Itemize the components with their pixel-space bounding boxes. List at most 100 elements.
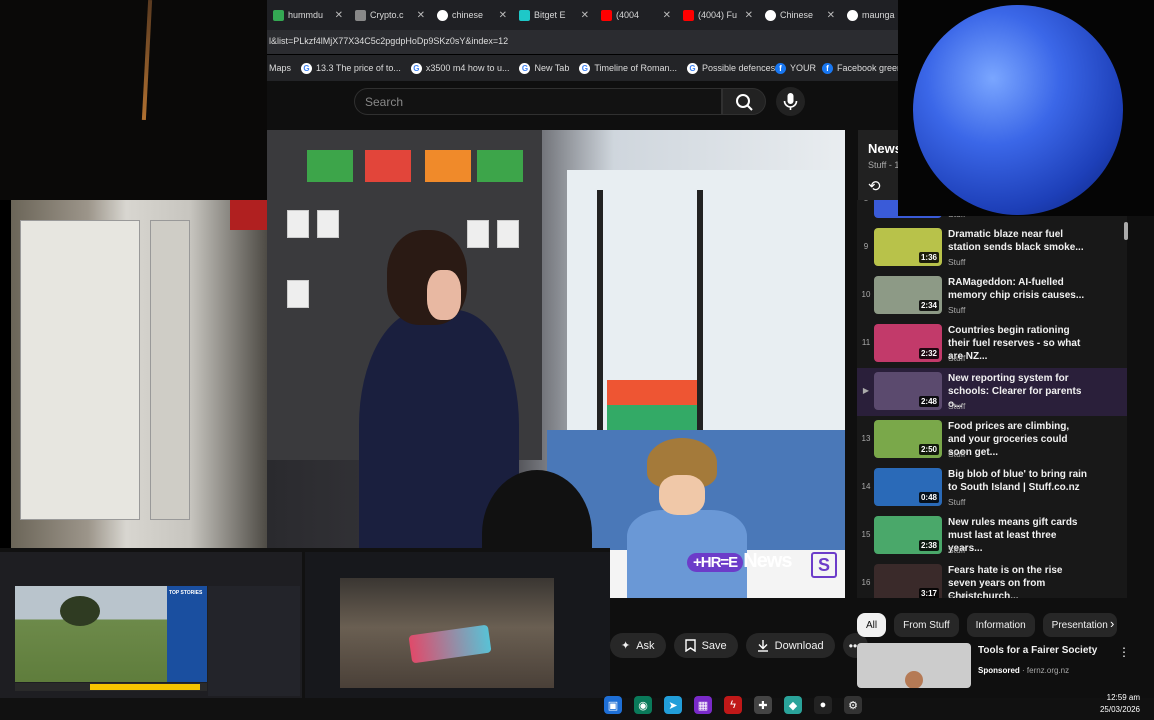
bookmark-item[interactable]: G New Tab <box>519 62 569 74</box>
browser-tab[interactable]: Crypto.c ✕ <box>349 2 431 28</box>
close-icon[interactable]: ✕ <box>417 10 425 21</box>
download-button[interactable]: Download <box>745 633 835 658</box>
browser-tab[interactable]: hummdu ✕ <box>267 2 349 28</box>
playlist-item[interactable]: 15 2:38 New rules means gift cards must la… <box>857 512 1127 560</box>
playlist-item-thumbnail[interactable]: 2:50 <box>874 420 942 458</box>
address-bar[interactable]: l&list=PLkzf4lMjX77X34C5c2pgdpHoDp9SKz0s… <box>267 30 898 54</box>
close-icon[interactable]: ✕ <box>663 10 671 21</box>
clock-time[interactable]: 12:59 am <box>1096 693 1140 702</box>
bookmark-item[interactable]: Gx3500 m4 how to u... <box>410 62 510 74</box>
ad-title[interactable]: Tools for a Fairer Society <box>978 645 1097 656</box>
tab-label: maunga <box>862 10 895 20</box>
playlist-title[interactable]: News <box>868 141 902 156</box>
more-vert-icon[interactable]: ⋮ <box>1118 645 1130 659</box>
cabinet-door <box>20 220 140 520</box>
playlist-item[interactable]: 13 2:50 Food prices are climbing, and your… <box>857 416 1127 464</box>
ask-button[interactable]: ✦ Ask <box>610 633 666 658</box>
filter-chip[interactable]: Information <box>966 613 1035 637</box>
playlist-item-channel: Stuff <box>948 305 966 315</box>
bookmark-facebook-green[interactable]: f Facebook green <box>822 62 899 74</box>
close-icon[interactable]: ✕ <box>745 10 753 21</box>
bookmark-label: x3500 m4 how to u... <box>425 63 510 73</box>
playlist-item-channel: Stuff <box>948 449 966 459</box>
top-stories-label: TOP STORIES <box>169 590 203 596</box>
playlist-item-title: New rules means gift cards must last at … <box>948 517 1078 554</box>
app-icon-teal[interactable]: ◆ <box>784 696 802 714</box>
playlist-item[interactable]: 10 2:34 RAMageddon: AI-fuelled memory chip… <box>857 272 1127 320</box>
close-icon[interactable]: ✕ <box>335 10 343 21</box>
playlist-item-index: 8 <box>859 200 873 203</box>
browser-tab[interactable]: (4004) Fu ✕ <box>677 2 759 28</box>
playlist-scrollbar[interactable] <box>1124 222 1128 240</box>
browser-tab[interactable]: Chinese ✕ <box>759 2 841 28</box>
bookmark-item[interactable]: G 13.3 The price of to... <box>301 62 401 74</box>
tab-label: (4004 <box>616 10 640 20</box>
browser-tab[interactable]: maunga✕ <box>841 2 898 28</box>
window-frame <box>597 190 603 470</box>
playlist-item-duration: 0:48 <box>918 492 939 503</box>
playlist-item-thumbnail[interactable]: 2:38 <box>874 516 942 554</box>
playlist-item[interactable]: 11 2:32 Countries begin rationing their fu… <box>857 320 1127 368</box>
app-icon-dark[interactable]: ● <box>814 696 832 714</box>
playlist-item[interactable]: 16 3:17 Fears hate is on the rise seven ye… <box>857 560 1127 598</box>
gamepad-icon[interactable]: ✚ <box>754 696 772 714</box>
clock-date[interactable]: 25/03/2026 <box>1096 705 1140 714</box>
browser-tab[interactable]: Bitget E ✕ <box>513 2 595 28</box>
video-player[interactable]: +HR=E News S <box>267 130 845 598</box>
bookmark-icon: G <box>687 62 699 74</box>
playlist-item-channel: Stuff <box>948 401 966 411</box>
tab-label: Bitget E <box>534 10 566 20</box>
playlist-item[interactable]: ▶ 2:48 New reporting system for schools: C… <box>857 368 1127 416</box>
playlist-item-thumbnail[interactable]: 0:48 <box>874 468 942 506</box>
close-icon[interactable]: ✕ <box>581 10 589 21</box>
playlist-item-thumbnail[interactable]: 2:32 <box>874 324 942 362</box>
browser-tab[interactable]: chinese ✕ <box>431 2 513 28</box>
ad-meta: Sponsored · fernz.org.nz <box>978 666 1070 675</box>
bookmark-item[interactable]: G Possible defences t... <box>687 62 788 74</box>
planet-image <box>913 5 1123 215</box>
cabinet-door <box>150 220 190 520</box>
filter-chip[interactable]: Presentation <box>1042 613 1117 637</box>
bookmark-label: 13.3 The price of to... <box>316 63 401 73</box>
browser-tab[interactable]: (4004 ✕ <box>595 2 677 28</box>
playlist-items: 8 Stuff 9 1:36 Dramatic blaze near fuel stat… <box>857 200 1127 598</box>
cabinet-red-object <box>230 200 267 230</box>
voice-search-button[interactable] <box>776 87 805 116</box>
bookmark-item[interactable]: Maps <box>269 63 291 73</box>
app-icon-green[interactable]: ◉ <box>634 696 652 714</box>
taskbar <box>0 698 1154 720</box>
playlist-item-duration: 2:38 <box>918 540 939 551</box>
loop-icon[interactable]: ⟲ <box>868 177 881 195</box>
save-button[interactable]: Save <box>673 633 738 658</box>
playlist-item-thumbnail[interactable]: 2:34 <box>874 276 942 314</box>
playlist-item-title: Food prices are climbing, and your groce… <box>948 421 1070 458</box>
bookmark-item[interactable]: G Timeline of Roman... <box>579 62 677 74</box>
news-video-tree <box>60 596 100 626</box>
playlist-item-title: Dramatic blaze near fuel station sends b… <box>948 229 1084 253</box>
playlist-item-duration: 2:32 <box>918 348 939 359</box>
playlist-item-title: New reporting system for schools: Cleare… <box>948 373 1082 410</box>
filter-chip[interactable]: From Stuff <box>894 613 959 637</box>
chevron-right-icon[interactable]: › <box>1110 616 1114 631</box>
playlist-item-thumbnail[interactable]: 3:17 <box>874 564 942 598</box>
playlist-item-thumbnail[interactable]: 2:48 <box>874 372 942 410</box>
download-icon <box>757 640 768 652</box>
settings-icon[interactable]: ⚙ <box>844 696 862 714</box>
app-icon-purple[interactable]: ▦ <box>694 696 712 714</box>
filter-chip[interactable]: All <box>857 613 887 637</box>
playlist-item[interactable]: 14 0:48 Big blob of blue' to bring rain to… <box>857 464 1127 512</box>
close-icon[interactable]: ✕ <box>827 10 835 21</box>
bookmark-your[interactable]: f YOUR <box>775 62 816 74</box>
playlist-item-index: 10 <box>861 290 871 299</box>
app-icon-red[interactable]: ϟ <box>724 696 742 714</box>
app-icon-files[interactable]: ▣ <box>604 696 622 714</box>
search-input[interactable]: Search <box>354 88 722 115</box>
playlist-item[interactable]: 9 1:36 Dramatic blaze near fuel station se… <box>857 224 1127 272</box>
playlist-item-thumbnail[interactable]: 1:36 <box>874 228 942 266</box>
close-icon[interactable]: ✕ <box>499 10 507 21</box>
ad-thumbnail[interactable] <box>857 643 971 688</box>
search-button[interactable] <box>722 88 766 115</box>
telegram-icon[interactable]: ➤ <box>664 696 682 714</box>
playlist-item-duration: 2:48 <box>918 396 939 407</box>
three-news-logo: +HR=E News <box>687 550 792 573</box>
